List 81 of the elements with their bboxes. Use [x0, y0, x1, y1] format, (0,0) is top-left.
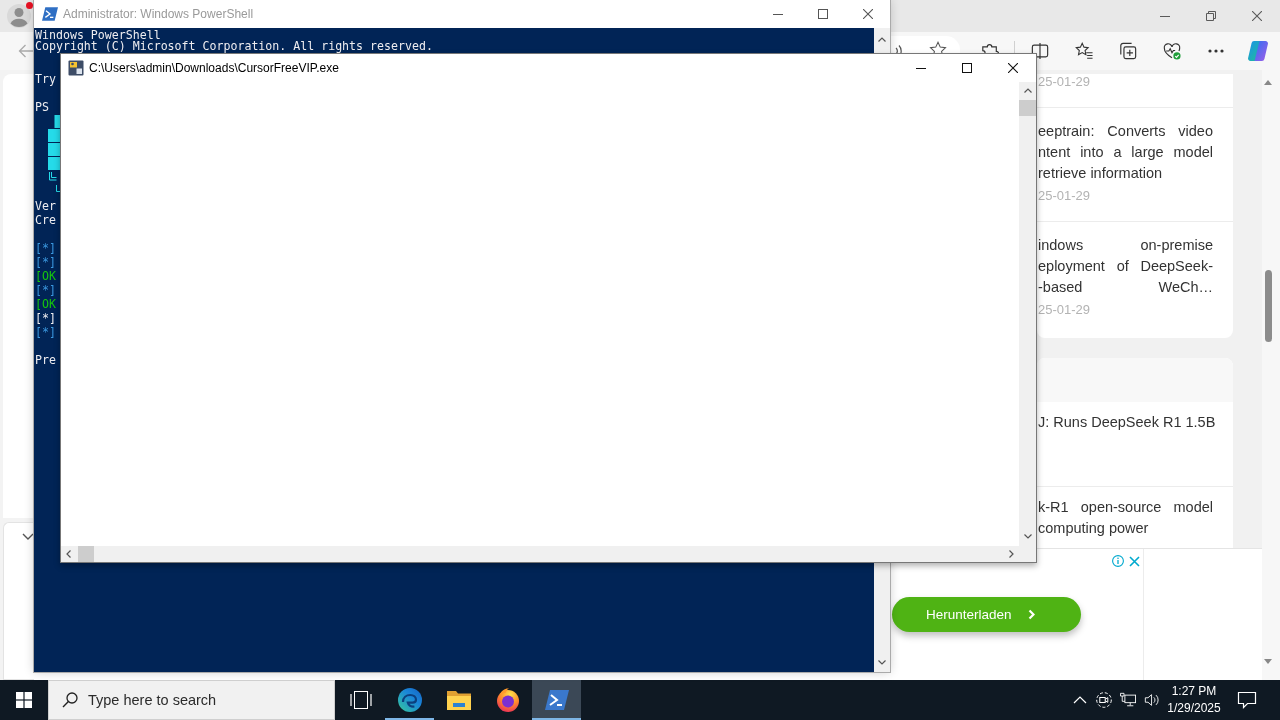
collections-icon[interactable] [1119, 42, 1137, 60]
console-line: Try [35, 72, 56, 86]
scroll-left-icon[interactable] [66, 550, 71, 558]
headline-text[interactable]: k-R1 open-source model [1038, 497, 1213, 518]
scrollbar-thumb[interactable] [78, 546, 94, 562]
headline-text[interactable]: -based WeCh… [1038, 277, 1213, 298]
browser-icon [495, 688, 520, 712]
console-line: [OK [35, 297, 56, 311]
scrollbar[interactable] [874, 28, 890, 53]
close-icon[interactable] [1008, 63, 1018, 73]
info-icon[interactable] [1112, 555, 1124, 567]
scroll-down-icon[interactable] [1023, 534, 1032, 539]
network-icon[interactable] [1120, 692, 1136, 708]
headline-text[interactable]: eeptrain: Converts video [1038, 121, 1213, 142]
scrollbar[interactable] [1019, 82, 1036, 546]
window-title: C:\Users\admin\Downloads\CursorFreeVIP.exe [89, 61, 339, 75]
terminal-icon [42, 7, 58, 21]
task-view-icon [349, 691, 372, 709]
scroll-up-icon[interactable] [1023, 88, 1032, 93]
windows-logo-icon [16, 692, 32, 708]
scroll-down-icon[interactable] [878, 660, 886, 665]
favorites-icon[interactable] [1075, 42, 1093, 60]
console-line: [*] [35, 241, 56, 255]
scroll-right-icon[interactable] [1009, 550, 1014, 558]
date-text: 25-01-29 [1038, 302, 1091, 318]
headline-text[interactable]: computing power [1038, 518, 1149, 539]
minimize-icon[interactable] [772, 13, 783, 15]
scroll-up-icon[interactable] [1264, 80, 1272, 85]
console-line: [*] [35, 325, 56, 339]
clock-date[interactable]: 1/29/2025 [1167, 700, 1221, 717]
maximize-icon[interactable] [962, 63, 972, 73]
console-line: [OK [35, 269, 56, 283]
headline-text[interactable]: ntent into a large model [1038, 142, 1213, 163]
scrollbar[interactable] [874, 563, 890, 672]
copilot-icon[interactable] [1248, 41, 1268, 61]
headline-text[interactable]: retrieve information [1038, 163, 1163, 184]
chevron-right-icon [1027, 609, 1035, 620]
camera-icon[interactable] [1096, 692, 1112, 708]
browser-icon [397, 688, 422, 712]
search-field[interactable]: Type here to search [48, 680, 335, 720]
console-line: Cre [35, 213, 56, 227]
scrollbar-thumb[interactable] [1019, 100, 1036, 116]
chevron-up-icon[interactable] [1073, 696, 1087, 704]
restore-icon[interactable] [1206, 11, 1216, 21]
scrollbar[interactable] [61, 546, 1036, 562]
console-line: PS [35, 100, 49, 114]
avatar-icon[interactable] [7, 2, 33, 28]
close-icon[interactable] [862, 9, 873, 19]
scroll-up-icon[interactable] [878, 37, 886, 42]
console-line: Windows PowerShell [35, 30, 161, 41]
headline-text[interactable]: indows on-premise [1038, 235, 1213, 256]
app-icon [68, 60, 84, 76]
console-line: Ver [35, 199, 56, 213]
console-line: [*] [35, 283, 56, 297]
terminal-icon [544, 690, 569, 710]
star-icon[interactable] [929, 41, 947, 53]
more-icon[interactable] [1208, 49, 1224, 53]
console-line: [*] [35, 255, 56, 269]
scroll-down-icon[interactable] [1264, 659, 1272, 664]
search-icon [62, 692, 78, 708]
window-title: Administrator: Windows PowerShell [63, 7, 254, 21]
console-line: Pre [35, 353, 56, 367]
puzzle-icon[interactable] [981, 42, 999, 53]
console-line: [*] [35, 311, 56, 325]
date-text: 25-01-29 [1038, 188, 1091, 204]
folder-icon [446, 688, 471, 712]
headline-text[interactable]: eployment of DeepSeek- [1038, 256, 1213, 277]
scrollbar-thumb[interactable] [1264, 270, 1272, 342]
address-bar[interactable] [891, 36, 960, 53]
console-line: Copyright (C) Microsoft Corporation. All rights reserved. [35, 40, 433, 51]
scrollbar[interactable] [1262, 70, 1280, 680]
headline-text[interactable]: J: Runs DeepSeek R1 1.5B [1038, 412, 1213, 433]
split-screen-icon[interactable] [1031, 42, 1049, 60]
sound-waves-icon[interactable] [895, 44, 903, 53]
maximize-icon[interactable] [817, 9, 828, 19]
date-text: 25-01-29 [1038, 74, 1091, 90]
notification-icon[interactable] [1237, 691, 1257, 709]
heart-icon[interactable] [1163, 42, 1181, 60]
clock-time[interactable]: 1:27 PM [1171, 683, 1217, 700]
minimize-icon[interactable] [916, 67, 926, 69]
volume-icon[interactable] [1144, 692, 1160, 708]
